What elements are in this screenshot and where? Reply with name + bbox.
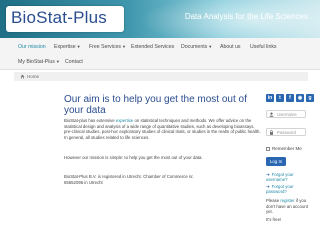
- nav-item-our-mission[interactable]: Our mission: [18, 44, 46, 50]
- twitter-icon[interactable]: t: [276, 94, 284, 102]
- main-nav: Our mission Expertise▼ Free Services▼ Ex…: [0, 38, 320, 70]
- login-button[interactable]: Log In: [266, 157, 286, 166]
- user-icon: [269, 112, 274, 117]
- nav-item-documents[interactable]: Documents▼: [181, 44, 212, 50]
- nav-label: Contact: [65, 59, 83, 65]
- header-banner: BioStat-Plus Data Analysis for the Life …: [0, 0, 320, 38]
- breadcrumb: Home: [14, 72, 308, 81]
- lock-icon: [270, 130, 273, 135]
- home-icon[interactable]: [20, 74, 25, 79]
- registration-paragraph: BioStat-Plus B.V. is registered in Utrec…: [64, 174, 194, 185]
- nav-label: Extended Services: [131, 44, 175, 50]
- register-text: Please register if you don't have an acc…: [266, 198, 314, 214]
- nav-label: Documents: [181, 44, 208, 50]
- intro-paragraph: BioStat-plus has extensive expertise on …: [64, 118, 262, 140]
- page-title: Our aim is to help you get the most out …: [64, 94, 247, 116]
- google-icon[interactable]: g: [306, 94, 314, 102]
- nav-label: Expertise: [54, 44, 76, 50]
- nav-item-useful-links[interactable]: Useful links: [250, 44, 277, 50]
- linkedin-icon[interactable]: in: [266, 94, 274, 102]
- forgot-password-link[interactable]: Forgot your password?: [266, 184, 294, 194]
- mission-paragraph: However our mission is simple: to help y…: [64, 155, 203, 160]
- nav-item-extended-services[interactable]: Extended Services: [131, 44, 174, 50]
- facebook-icon[interactable]: f: [286, 94, 294, 102]
- remember-label: Remember Me: [272, 146, 302, 151]
- intro-text-start: BioStat-plus has extensive: [64, 118, 116, 123]
- social-icons: in t f ◉ g: [266, 94, 314, 102]
- site-tagline: Data Analysis for the Life Sciences: [184, 12, 308, 21]
- password-field[interactable]: Password: [266, 128, 306, 136]
- username-placeholder: Username: [277, 112, 297, 117]
- password-placeholder: Password: [277, 130, 296, 135]
- account-links: ➜ Forgot your username? ➜ Forgot your pass…: [266, 172, 314, 224]
- logo-text: BioStat-Plus: [11, 8, 107, 27]
- remember-checkbox[interactable]: [266, 146, 270, 151]
- site-logo[interactable]: BioStat-Plus: [6, 6, 124, 32]
- chevron-down-icon: ▼: [122, 44, 126, 49]
- nav-label: Free Services: [89, 44, 121, 50]
- nav-item-about-us[interactable]: About us: [220, 44, 240, 50]
- breadcrumb-home[interactable]: Home: [27, 74, 39, 79]
- nav-label: Our mission: [18, 44, 46, 50]
- chevron-down-icon: ▼: [55, 59, 60, 64]
- nav-item-contact[interactable]: Contact: [65, 59, 83, 65]
- nav-item-expertise[interactable]: Expertise▼: [54, 44, 81, 50]
- expertise-link[interactable]: expertise: [116, 118, 133, 123]
- nav-item-free-services[interactable]: Free Services▼: [89, 44, 126, 50]
- free-note: It's free!: [266, 216, 282, 222]
- nav-item-my-biostat-plus[interactable]: My BioStat-Plus▼: [18, 59, 60, 65]
- chevron-down-icon: ▼: [208, 44, 213, 49]
- chevron-down-icon: ▼: [76, 44, 81, 49]
- list-item: ➜ Forgot your password?: [266, 184, 314, 194]
- username-field[interactable]: Username: [266, 110, 306, 118]
- remember-me[interactable]: Remember Me: [266, 146, 302, 151]
- nav-label: About us: [220, 44, 241, 50]
- nav-label: Useful links: [250, 44, 277, 50]
- list-item: ➜ Forgot your username?: [266, 172, 314, 182]
- forgot-username-link[interactable]: Forgot your username?: [266, 172, 294, 182]
- nav-label: My BioStat-Plus: [18, 59, 55, 65]
- rss-icon[interactable]: ◉: [296, 94, 304, 102]
